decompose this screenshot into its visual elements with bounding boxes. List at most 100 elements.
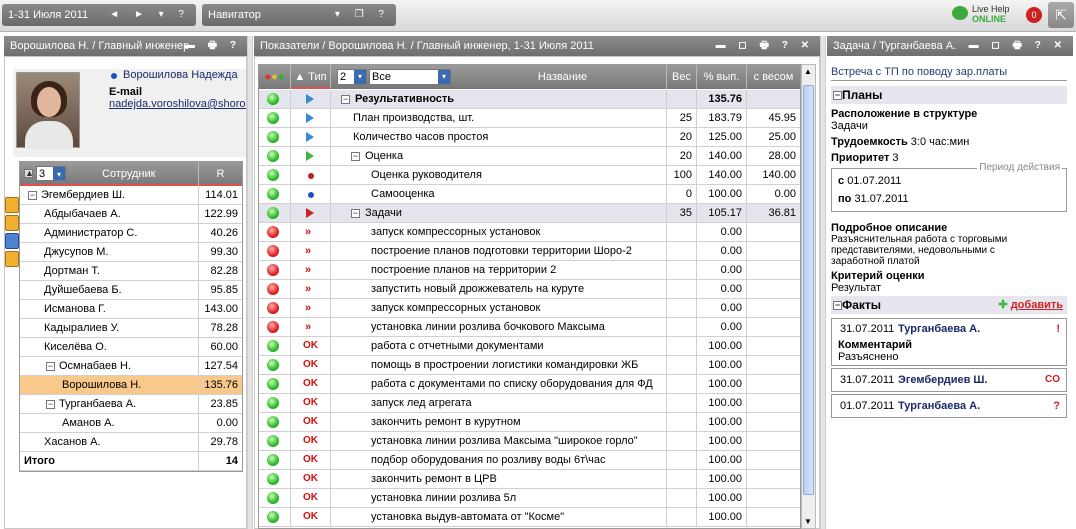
fact-item[interactable]: 31.07.2011 Турганбаева А. ! Комментарий … (831, 318, 1067, 366)
collapse-icon[interactable]: − (46, 361, 55, 371)
indicator-row[interactable]: OK установка линии розлива Максыма "широк… (259, 432, 800, 451)
employee-name: Администратор С. (44, 224, 137, 243)
indicator-name-text: установка выдув-автомата от "Космe" (371, 511, 565, 523)
collapse-icon[interactable]: − (351, 151, 360, 161)
employee-row[interactable]: − Эгембердиев Ш. 114.01 (20, 186, 242, 205)
indicator-row[interactable]: − Задачи 35 105.17 36.81 (259, 204, 800, 223)
splitter-left[interactable] (247, 36, 253, 529)
col-employee[interactable]: Сотрудник (102, 162, 155, 186)
employee-name-text: Абдыбачаев А. (44, 208, 121, 220)
employee-name: Кадыралиев У. (44, 319, 119, 338)
employee-row[interactable]: Абдыбачаев А. 122.99 (20, 205, 242, 224)
indicators-scrollbar[interactable]: ▲ ▼ (801, 64, 816, 529)
indicator-row[interactable]: OK помощь в простроении логистики команди… (259, 356, 800, 375)
collapse-icon[interactable]: − (833, 301, 842, 311)
notification-badge[interactable]: 0 (1026, 7, 1042, 23)
thumb-icon[interactable] (5, 251, 19, 267)
lamp-icon[interactable] (5, 197, 19, 213)
add-fact-button[interactable]: ✚ добавить (998, 296, 1063, 314)
employee-row[interactable]: Дуйшебаева Б. 95.85 (20, 281, 242, 300)
indicator-row[interactable]: OK запуск лед агрегата 100.00 (259, 394, 800, 413)
scroll-thumb[interactable] (803, 85, 814, 495)
indicator-row[interactable]: OK закончить ремонт в курутном 100.00 (259, 413, 800, 432)
employee-row[interactable]: Ворошилова Н. 135.76 (20, 376, 242, 395)
facts-section[interactable]: − Факты ✚ добавить (831, 296, 1067, 314)
indicator-name: работа с документами по списку оборудова… (371, 375, 653, 393)
employee-row[interactable]: Администратор С. 40.26 (20, 224, 242, 243)
employee-row[interactable]: Дортман Т. 82.28 (20, 262, 242, 281)
chart-icon[interactable] (5, 215, 19, 231)
red-dot-icon (308, 173, 314, 179)
indicator-row[interactable]: Самооценка 0 100.00 0.00 (259, 185, 800, 204)
plans-section[interactable]: − Планы (831, 86, 1067, 104)
status-col-icon[interactable]: ●●● (259, 65, 291, 89)
collapse-icon[interactable]: − (341, 94, 350, 104)
collapse-all-icon[interactable]: ▲ (24, 169, 34, 178)
fact-item[interactable]: 31.07.2011 Эгембердиев Ш. CO (831, 368, 1067, 392)
employee-row[interactable]: Исманова Г. 143.00 (20, 300, 242, 319)
level-select[interactable]: 3 ▾ (36, 166, 66, 181)
splitter-right[interactable] (820, 36, 826, 529)
effort-value: 3:0 (910, 136, 927, 148)
col-name[interactable]: Название (459, 65, 667, 89)
email-link[interactable]: nadejda.voroshilova@shoro.kg (109, 98, 246, 110)
indicator-row[interactable]: » запуск компрессорных установок 0.00 (259, 223, 800, 242)
indicator-row[interactable]: » запуск компрессорных установок 0.00 (259, 299, 800, 318)
collapse-icon[interactable]: − (46, 399, 55, 409)
indicator-pct: 100.00 (697, 413, 747, 432)
employee-name: Джусупов М. (44, 243, 109, 262)
indicator-row[interactable]: OK работа с отчетными документами 100.00 (259, 337, 800, 356)
collapse-icon[interactable]: − (28, 190, 37, 200)
live-help[interactable]: Live Help ONLINE (972, 4, 1010, 24)
collapse-icon[interactable]: − (833, 91, 842, 101)
employee-row[interactable]: − Турганбаева А. 23.85 (20, 395, 242, 414)
scroll-down-icon[interactable]: ▼ (804, 517, 812, 526)
filter-select[interactable]: Все ▾ (369, 69, 451, 85)
employee-row[interactable]: Джусупов М. 99.30 (20, 243, 242, 262)
period-selector[interactable]: 1-31 Июля 2011 ◄ ► ▾ ? (2, 4, 196, 26)
indicator-row[interactable]: » построение планов на территории 2 0.00 (259, 261, 800, 280)
help-icon[interactable] (5, 233, 19, 249)
period-box-label: Период действия (977, 162, 1062, 173)
col-type[interactable]: ▲ Тип (291, 65, 331, 89)
fact-item[interactable]: 01.07.2011 Турганбаева А. ? (831, 394, 1067, 418)
employee-row[interactable]: Аманов А. 0.00 (20, 414, 242, 433)
col-weight[interactable]: Вес (667, 65, 697, 89)
indicator-row[interactable]: » запустить новый дрожжеватель на куруте 0… (259, 280, 800, 299)
scroll-up-icon[interactable]: ▲ (804, 67, 812, 76)
col-r[interactable]: R (198, 162, 242, 186)
navigator-selector[interactable]: Навигатор ▾ ❐ ? (202, 4, 396, 26)
left-panel-controls[interactable]: ▬ 🖶 ? (185, 36, 241, 56)
employee-row[interactable]: − Осмнабаев Н. 127.54 (20, 357, 242, 376)
right-panel-controls[interactable]: ▬ ◻ 🖶 ? ✕ (969, 36, 1067, 56)
live-help-icon[interactable] (952, 6, 968, 20)
indicator-row[interactable]: OK установка линии розлива 5л 100.00 (259, 489, 800, 508)
indicator-row[interactable]: Количество часов простоя 20 125.00 25.00 (259, 128, 800, 147)
indicator-row[interactable]: OK работа с документами по списку оборудо… (259, 375, 800, 394)
indicator-row[interactable]: Оценка руководителя 100 140.00 140.00 (259, 166, 800, 185)
col-pct[interactable]: % вып. (697, 65, 747, 89)
exit-icon[interactable]: ⇱ (1048, 2, 1074, 28)
middle-panel-header: Показатели / Ворошилова Н. / Главный инж… (254, 36, 820, 56)
indicator-row[interactable]: OK закончить ремонт в ЦРВ 100.00 (259, 470, 800, 489)
ok-badge: OK (303, 454, 318, 465)
indicator-row[interactable]: − Результативность 135.76 (259, 90, 800, 109)
status-red-icon (267, 226, 279, 238)
employee-row[interactable]: Хасанов А. 29.78 (20, 433, 242, 452)
col-weighted[interactable]: с весом (747, 65, 800, 89)
middle-panel-controls[interactable]: ▬ ◻ 🖶 ? ✕ (716, 36, 814, 56)
level-select[interactable]: 2 ▾ (337, 69, 367, 85)
navigator-controls[interactable]: ▾ ❐ ? (335, 4, 390, 26)
indicator-row[interactable]: OK установка выдув-автомата от "Космe" 100… (259, 508, 800, 527)
indicator-row[interactable]: » построение планов подготовки территории… (259, 242, 800, 261)
employee-row[interactable]: Киселёва О. 60.00 (20, 338, 242, 357)
collapse-icon[interactable]: − (351, 208, 360, 218)
period-controls[interactable]: ◄ ► ▾ ? (109, 4, 190, 26)
indicator-row[interactable]: OK подбор оборудования по розливу воды 6т… (259, 451, 800, 470)
status-green-icon (267, 397, 279, 409)
indicator-row[interactable]: » установка линии розлива бочкового Максы… (259, 318, 800, 337)
employee-row[interactable]: Кадыралиев У. 78.28 (20, 319, 242, 338)
indicator-row[interactable]: План производства, шт. 25 183.79 45.95 (259, 109, 800, 128)
indicator-row[interactable]: − Оценка 20 140.00 28.00 (259, 147, 800, 166)
indicator-weighted: 0.00 (747, 185, 800, 204)
